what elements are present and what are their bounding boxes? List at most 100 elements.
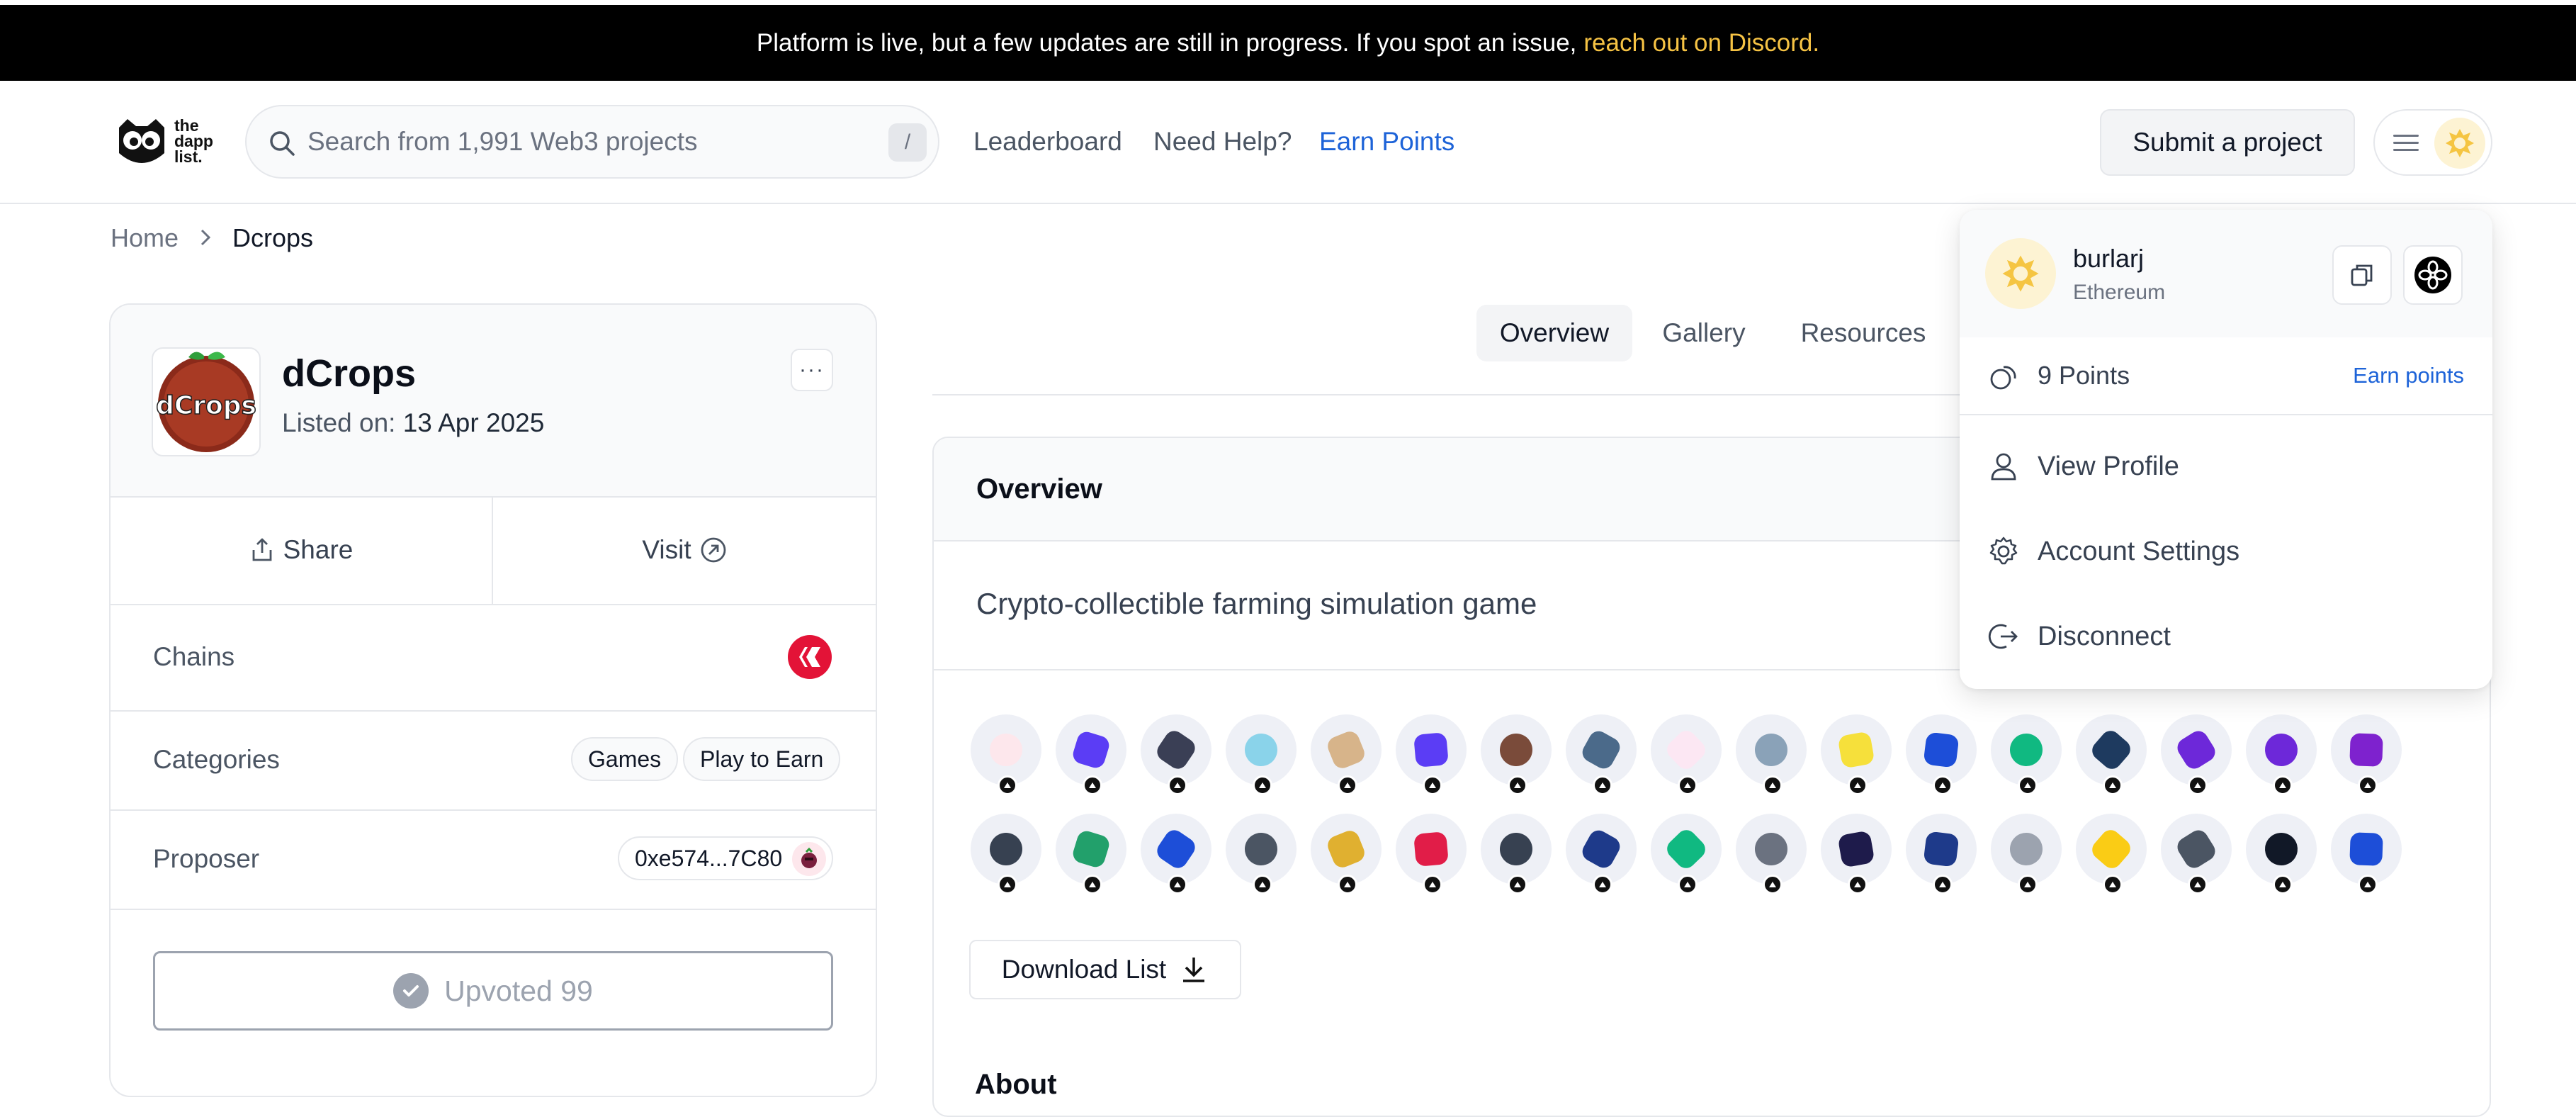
voter-avatar-mark [1325, 828, 1367, 870]
hamburger-icon [2393, 135, 2419, 151]
proposer-label: Proposer [153, 844, 260, 873]
voter-avatar-mark [990, 734, 1022, 766]
voter-avatar-mark [1413, 732, 1449, 768]
upvote-badge-icon [1508, 875, 1527, 894]
voter-avatar[interactable] [1481, 814, 1552, 894]
share-button[interactable]: Share [111, 496, 493, 604]
voter-avatar[interactable] [1906, 714, 1977, 795]
search-input[interactable]: Search from 1,991 Web3 projects / [245, 105, 939, 179]
upvote-badge-icon [1338, 875, 1357, 894]
logout-icon [1988, 624, 2018, 649]
tab-gallery[interactable]: Gallery [1651, 305, 1757, 361]
user-icon [1991, 453, 2016, 481]
voter-avatar[interactable] [971, 814, 1041, 894]
search-shortcut-key: / [888, 123, 927, 162]
owl-icon [119, 119, 164, 163]
nav-earn-points[interactable]: Earn Points [1319, 81, 1454, 203]
voter-avatar[interactable] [2246, 814, 2317, 894]
gear-icon [1989, 537, 2018, 565]
voter-avatar[interactable] [1396, 814, 1467, 894]
site-logo[interactable]: the dapp list. [113, 113, 227, 170]
hive-chain-icon[interactable] [788, 635, 832, 679]
network-button[interactable] [2403, 245, 2463, 305]
menu-item-disconnect[interactable]: Disconnect [1960, 594, 2492, 679]
earn-points-link[interactable]: Earn points [2353, 337, 2464, 414]
category-chip-games[interactable]: Games [571, 737, 679, 781]
voter-avatar[interactable] [1736, 714, 1807, 795]
voter-avatar[interactable] [2331, 714, 2402, 795]
voter-avatar-mark [1070, 829, 1112, 870]
share-label: Share [283, 535, 354, 564]
categories-label: Categories [153, 745, 280, 774]
voter-avatar-mark [1070, 729, 1112, 770]
sun-avatar-icon [2446, 129, 2474, 157]
voter-avatar[interactable] [2161, 814, 2232, 894]
voter-avatar-mark [2174, 727, 2219, 773]
voter-avatar[interactable] [1396, 714, 1467, 795]
menu-item-account-settings[interactable]: Account Settings [1960, 509, 2492, 594]
discord-link[interactable]: reach out on Discord. [1583, 29, 1819, 57]
project-card: dCrops dCrops Listed on: 13 Apr 2025 ···… [109, 303, 877, 1097]
breadcrumb-home[interactable]: Home [111, 223, 179, 253]
voter-avatar[interactable] [1311, 714, 1382, 795]
voter-avatar[interactable] [1226, 714, 1297, 795]
check-icon [393, 973, 429, 1009]
voter-avatar[interactable] [1481, 714, 1552, 795]
voter-avatar[interactable] [2161, 714, 2232, 795]
more-options-button[interactable]: ··· [791, 349, 833, 391]
voter-avatar[interactable] [2246, 714, 2317, 795]
share-icon [252, 538, 272, 561]
project-logo: dCrops [152, 347, 261, 456]
upvote-badge-icon [2358, 775, 2378, 795]
points-icon [1990, 366, 2016, 390]
voter-avatar[interactable] [1991, 814, 2062, 894]
upvote-button[interactable]: Upvoted 99 [153, 951, 833, 1031]
voter-avatar[interactable] [1821, 814, 1892, 894]
voter-avatar[interactable] [1566, 814, 1637, 894]
copy-icon [2351, 264, 2373, 286]
proposer-chip[interactable]: 0xe574...7C80 [618, 836, 834, 880]
sun-avatar-icon [2002, 255, 2039, 292]
submit-project-button[interactable]: Submit a project [2100, 109, 2355, 176]
tab-overview[interactable]: Overview [1476, 305, 1632, 361]
menu-item-view-profile[interactable]: View Profile [1960, 424, 2492, 509]
menu-item-label: View Profile [2038, 451, 2179, 481]
voter-avatar[interactable] [1566, 714, 1637, 795]
visit-button[interactable]: Visit [493, 496, 876, 604]
voter-avatar-mark [1837, 731, 1875, 769]
category-chip-play-to-earn[interactable]: Play to Earn [683, 737, 841, 781]
voter-avatar[interactable] [1651, 714, 1722, 795]
voter-avatar[interactable] [1991, 714, 2062, 795]
download-list-label: Download List [1001, 955, 1167, 984]
chains-row: Chains [111, 604, 876, 712]
upvote-badge-icon [1593, 875, 1612, 894]
points-row: 9 Points Earn points [1960, 337, 2492, 415]
voter-avatar-mark [2088, 726, 2135, 773]
voter-avatar[interactable] [1821, 714, 1892, 795]
voter-avatar[interactable] [2076, 714, 2147, 795]
voter-avatar[interactable] [2331, 814, 2402, 894]
voter-avatar[interactable] [1736, 814, 1807, 894]
nav-leaderboard[interactable]: Leaderboard [973, 81, 1122, 203]
chains-label: Chains [153, 642, 235, 671]
voter-avatar[interactable] [1141, 714, 1211, 795]
menu-item-label: Account Settings [2038, 536, 2240, 566]
voter-avatar[interactable] [2076, 814, 2147, 894]
voter-avatar[interactable] [1226, 814, 1297, 894]
download-list-button[interactable]: Download List [969, 940, 1241, 999]
tab-resources[interactable]: Resources [1792, 305, 1934, 361]
voter-avatar[interactable] [1141, 814, 1211, 894]
upvote-badge-icon [998, 875, 1017, 894]
upvote-badge-icon [1083, 775, 1102, 795]
logo-line: list. [174, 147, 203, 166]
voter-avatar[interactable] [1651, 814, 1722, 894]
voter-avatar[interactable] [1311, 814, 1382, 894]
account-menu-button[interactable] [2373, 109, 2492, 176]
voter-avatar[interactable] [1056, 814, 1126, 894]
copy-address-button[interactable] [2332, 245, 2392, 305]
voter-avatar[interactable] [1056, 714, 1126, 795]
voter-avatar[interactable] [1906, 814, 1977, 894]
voter-avatar[interactable] [971, 714, 1041, 795]
nav-need-help[interactable]: Need Help? [1153, 81, 1292, 203]
project-card-header: dCrops dCrops Listed on: 13 Apr 2025 ··· [111, 305, 876, 498]
